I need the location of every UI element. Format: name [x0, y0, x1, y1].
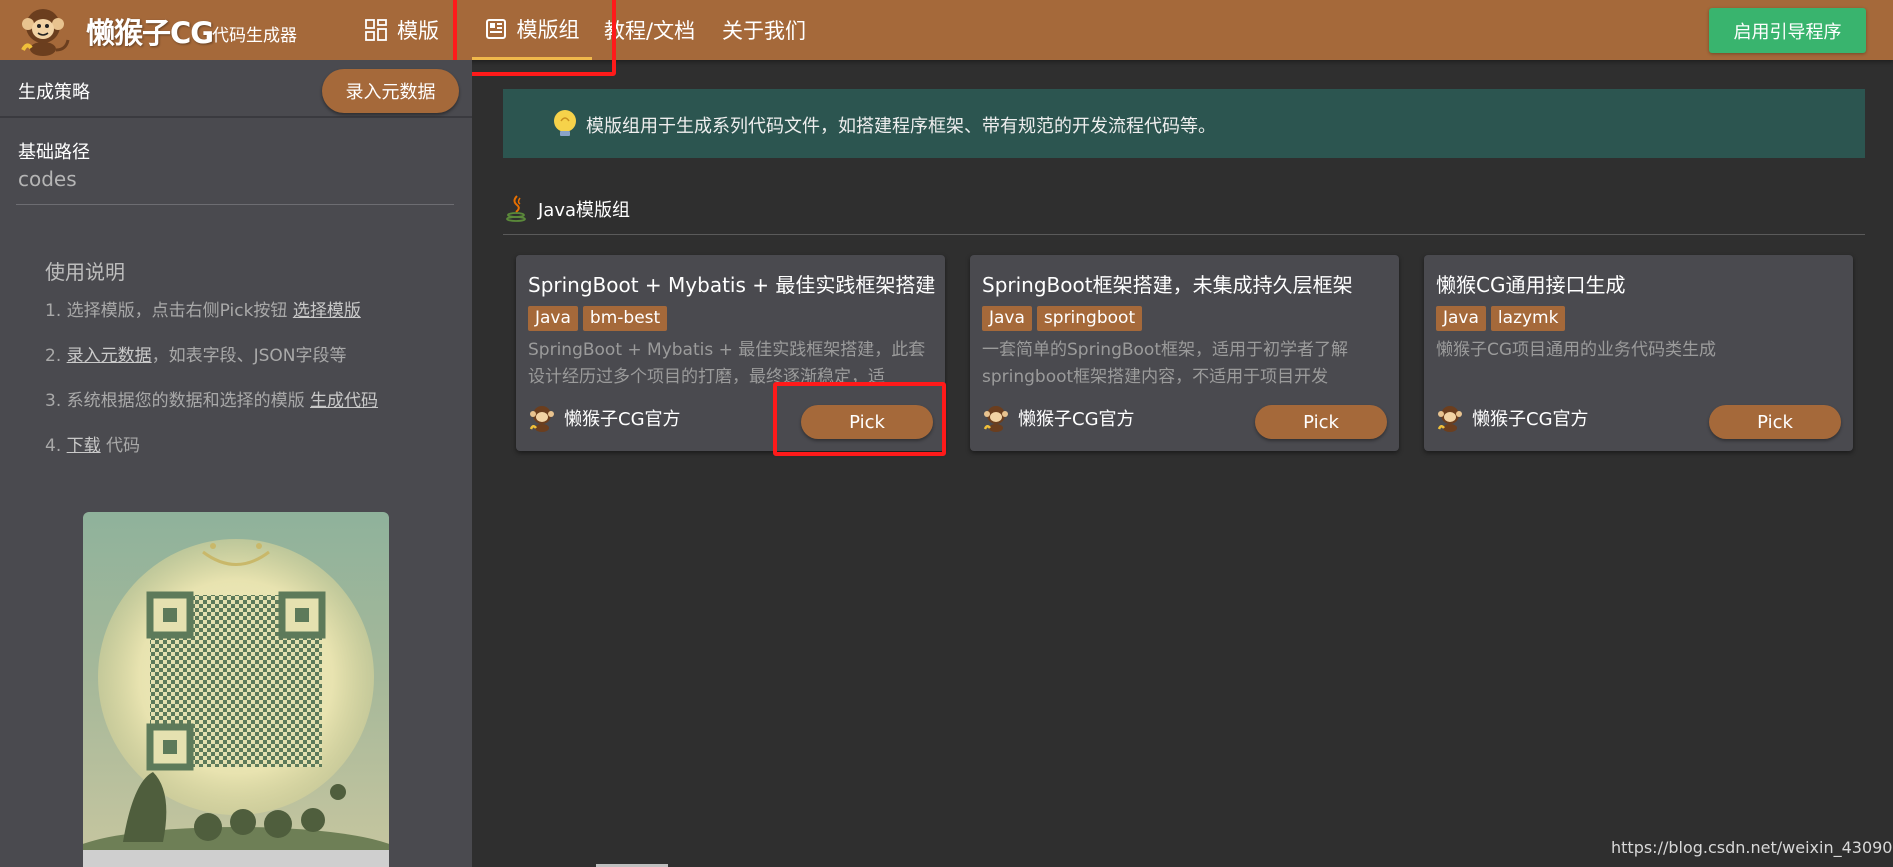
tag: springboot — [1036, 306, 1143, 331]
group-title: Java模版组 — [538, 200, 631, 221]
nav-docs[interactable]: 教程/文档 — [604, 0, 695, 60]
author-name: 懒猴子CG官方 — [564, 409, 681, 430]
monkey-avatar-icon — [529, 406, 554, 432]
lightbulb-icon — [554, 110, 576, 136]
brand-name: 懒猴子CG — [86, 16, 214, 50]
highlight-box-nav — [453, 0, 616, 76]
usage-step-3-text: 3. 系统根据您的数据和选择的模版 — [45, 391, 311, 411]
tag: Java — [528, 306, 578, 331]
card-author: 懒猴子CG官方 — [1436, 403, 1589, 433]
tag: bm-best — [582, 306, 668, 331]
select-template-link[interactable]: 选择模版 — [293, 301, 361, 321]
tag: lazymk — [1490, 306, 1566, 331]
usage-step-4-suffix: 代码 — [100, 436, 141, 456]
nav-templates-label: 模版 — [397, 19, 439, 43]
card-description: 一套简单的SpringBoot框架，适用于初学者了解springboot框架搭建… — [982, 340, 1348, 387]
card-author: 懒猴子CG官方 — [528, 403, 681, 433]
card-tags: Java springboot — [982, 306, 1143, 331]
usage-step-1-text: 1. 选择模版，点击右侧Pick按钮 — [45, 301, 293, 321]
usage-step-4: 4. 下载 代码 — [45, 431, 140, 456]
monkey-avatar-icon — [1437, 406, 1462, 432]
tag: Java — [1436, 306, 1486, 331]
brand-subtitle: 代码生成器 — [212, 26, 297, 46]
card-title: SpringBoot + Mybatis + 最佳实践框架搭建 — [528, 273, 936, 297]
info-notice: 模版组用于生成系列代码文件，如搭建程序框架、带有规范的开发流程代码等。 — [503, 89, 1865, 158]
tag: Java — [982, 306, 1032, 331]
usage-step-4-prefix: 4. — [45, 436, 67, 456]
card-author: 懒猴子CG官方 — [982, 403, 1135, 433]
group-divider — [503, 234, 1865, 235]
usage-step-1: 1. 选择模版，点击右侧Pick按钮 选择模版 — [45, 296, 361, 321]
qr-card-footer — [83, 850, 389, 867]
enter-metadata-button[interactable]: 录入元数据 — [322, 69, 459, 113]
grid-icon — [365, 19, 387, 41]
download-link[interactable]: 下载 — [67, 436, 101, 456]
template-card: 懒猴CG通用接口生成 Java lazymk 懒猴子CG项目通用的业务代码类生成… — [1424, 255, 1853, 451]
nav-about[interactable]: 关于我们 — [722, 0, 806, 60]
author-name: 懒猴子CG官方 — [1018, 409, 1135, 430]
usage-step-3: 3. 系统根据您的数据和选择的模版 生成代码 — [45, 386, 378, 411]
card-title: 懒猴CG通用接口生成 — [1436, 273, 1626, 297]
generate-code-link[interactable]: 生成代码 — [310, 391, 378, 411]
java-icon — [506, 195, 526, 222]
card-tags: Java lazymk — [1436, 306, 1566, 331]
highlight-box-pick — [773, 382, 946, 456]
card-description: 懒猴子CG项目通用的业务代码类生成 — [1436, 340, 1717, 360]
base-path-value[interactable]: codes — [18, 167, 77, 191]
base-path-label: 基础路径 — [18, 142, 90, 163]
usage-title: 使用说明 — [45, 260, 125, 284]
notice-text: 模版组用于生成系列代码文件，如搭建程序框架、带有规范的开发流程代码等。 — [586, 116, 1216, 137]
usage-step-2-prefix: 2. — [45, 346, 67, 366]
monkey-avatar-icon — [983, 406, 1008, 432]
usage-step-2-suffix: ，如表字段、JSON字段等 — [151, 346, 347, 366]
card-tags: Java bm-best — [528, 306, 668, 331]
monkey-logo-icon[interactable] — [18, 4, 72, 56]
pick-button[interactable]: Pick — [1255, 405, 1387, 439]
enter-metadata-link[interactable]: 录入元数据 — [67, 346, 152, 366]
nav-docs-label: 教程/文档 — [604, 19, 696, 43]
strategy-label: 生成策略 — [18, 82, 90, 103]
qr-code-card — [83, 512, 389, 867]
nav-about-label: 关于我们 — [722, 19, 806, 43]
qr-code-image — [83, 539, 389, 867]
card-title: SpringBoot框架搭建，未集成持久层框架 — [982, 273, 1353, 297]
nav-templates[interactable]: 模版 — [365, 0, 439, 60]
sidebar: 生成策略 录入元数据 基础路径 codes 使用说明 1. 选择模版，点击右侧P… — [0, 60, 472, 867]
top-navbar: 懒猴子CG 代码生成器 模版 模版组 教程/文档 关于我们 启用引导程序 — [0, 0, 1893, 60]
pick-button[interactable]: Pick — [1709, 405, 1841, 439]
template-card: SpringBoot框架搭建，未集成持久层框架 Java springboot … — [970, 255, 1399, 451]
usage-step-2: 2. 录入元数据，如表字段、JSON字段等 — [45, 341, 347, 366]
watermark: https://blog.csdn.net/weixin_43090140 — [1611, 838, 1893, 857]
strategy-bar: 生成策略 录入元数据 — [0, 60, 472, 118]
divider — [16, 204, 454, 205]
author-name: 懒猴子CG官方 — [1472, 409, 1589, 430]
enable-guide-button[interactable]: 启用引导程序 — [1709, 8, 1866, 53]
